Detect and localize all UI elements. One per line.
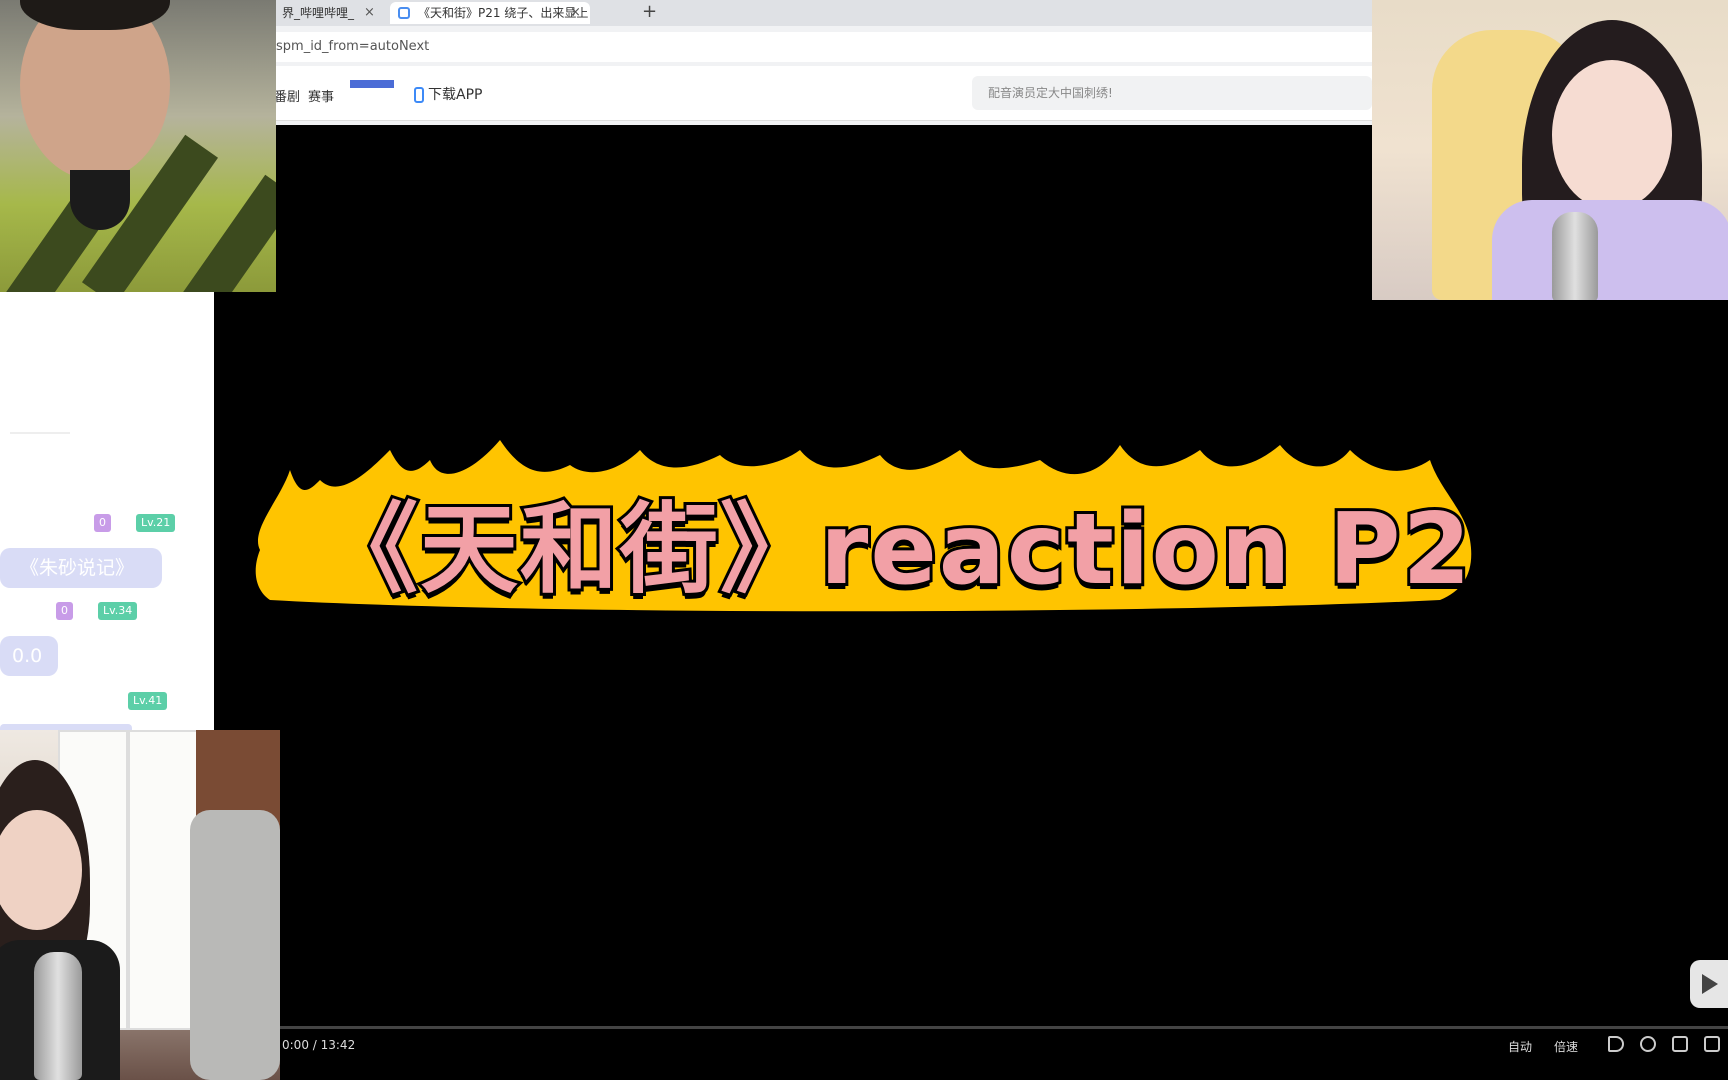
tab-active[interactable]: 《天和街》P21 绕子、出来显上 × <box>390 2 590 24</box>
bilibili-tv-icon <box>398 7 410 19</box>
tab-label: 《天和街》P21 绕子、出来显上 <box>418 6 589 20</box>
search-input[interactable]: 配音演员定大中国刺绣! <box>972 76 1372 110</box>
speed-button[interactable]: 倍速 <box>1554 1038 1578 1055</box>
chat-message: 0.0 <box>0 636 58 676</box>
close-icon[interactable]: × <box>570 2 581 24</box>
promo-logo[interactable] <box>350 74 398 112</box>
site-navbar: 番剧 赛事 下载APP 配音演员定大中国刺绣! <box>272 66 1372 121</box>
fullscreen-icon[interactable] <box>1704 1036 1720 1052</box>
widescreen-icon[interactable] <box>1672 1036 1688 1052</box>
medal-badge: 0 <box>94 514 111 532</box>
streamer-face <box>1552 60 1672 210</box>
video-title-overlay: 《天和街》reaction P2 <box>317 490 1474 610</box>
volume-icon[interactable] <box>1608 1036 1624 1052</box>
play-icon <box>1702 974 1718 994</box>
browser-window: 界_哔哩哔哩_ × 《天和街》P21 绕子、出来显上 × + spm_id_fr… <box>272 0 1372 125</box>
download-app-link[interactable]: 下载APP <box>414 84 482 104</box>
tab-strip: 界_哔哩哔哩_ × 《天和街》P21 绕子、出来显上 × + <box>272 0 1372 26</box>
download-label: 下载APP <box>428 87 483 103</box>
autoplay-toggle[interactable]: 自动 <box>1508 1038 1532 1055</box>
level-badge: Lv.34 <box>98 602 138 620</box>
close-icon[interactable]: × <box>364 2 375 24</box>
divider <box>10 432 70 434</box>
webcam-streamer-1 <box>0 0 276 292</box>
level-badge: Lv.21 <box>136 514 176 532</box>
settings-icon[interactable] <box>1640 1036 1656 1052</box>
webcam-streamer-3 <box>0 730 280 1080</box>
tab-label: 界_哔哩哔哩_ <box>282 6 355 20</box>
phone-icon <box>414 87 424 103</box>
chat-message: 《朱砂说记》 <box>0 548 162 588</box>
webcam-streamer-2 <box>1372 0 1728 300</box>
new-tab-button[interactable]: + <box>642 0 657 24</box>
danmaku-chat-panel: 0 Lv.21 《朱砂说记》 0 Lv.34 0.0 Lv.41 <box>0 292 214 730</box>
address-bar[interactable]: spm_id_from=autoNext <box>272 32 1372 62</box>
nav-link-events[interactable]: 赛事 <box>308 86 334 105</box>
nav-link-anime[interactable]: 番剧 <box>274 86 300 105</box>
player-controls: 0:00 / 13:42 自动 倍速 <box>278 1022 1728 1072</box>
medal-badge: 0 <box>56 602 73 620</box>
time-display: 0:00 / 13:42 <box>282 1038 356 1052</box>
progress-bar[interactable] <box>278 1026 1728 1029</box>
level-badge: Lv.41 <box>128 692 168 710</box>
tab-previous[interactable]: 界_哔哩哔哩_ × <box>272 2 382 24</box>
play-button[interactable] <box>1690 960 1728 1008</box>
